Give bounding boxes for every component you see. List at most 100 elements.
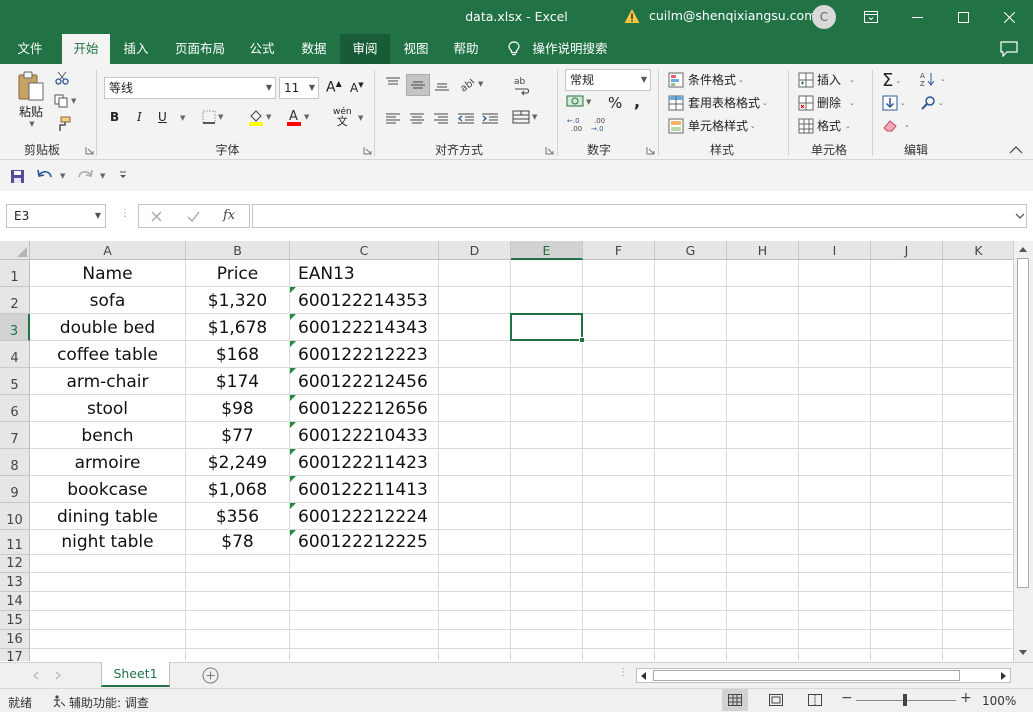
grid-cell[interactable] bbox=[439, 476, 511, 503]
column-header-e[interactable]: E bbox=[511, 241, 583, 260]
grid-cell[interactable] bbox=[727, 476, 799, 503]
grid-cell[interactable] bbox=[655, 476, 727, 503]
grid-cell[interactable] bbox=[439, 555, 511, 573]
row-header-3[interactable]: 3 bbox=[0, 314, 30, 341]
comments-icon[interactable] bbox=[1000, 41, 1018, 57]
fill-button[interactable]: ⌄ bbox=[882, 95, 906, 111]
column-header-g[interactable]: G bbox=[655, 241, 727, 260]
header-cell[interactable]: EAN13 bbox=[290, 260, 439, 287]
bold-button[interactable]: B bbox=[110, 110, 119, 124]
align-left-icon[interactable] bbox=[385, 112, 401, 126]
grid-cell[interactable] bbox=[511, 592, 583, 611]
grid-cell[interactable] bbox=[511, 530, 583, 555]
conditional-formatting-button[interactable]: 条件格式 ⌄ bbox=[668, 71, 744, 88]
insert-cells-button[interactable]: 插入 ⌄ bbox=[798, 71, 855, 88]
table-cell[interactable]: $1,320 bbox=[186, 287, 290, 314]
grid-cell[interactable] bbox=[727, 530, 799, 555]
increase-indent-icon[interactable] bbox=[481, 112, 499, 126]
grid-cell[interactable] bbox=[655, 449, 727, 476]
grid-cell[interactable] bbox=[727, 611, 799, 630]
scroll-left-icon[interactable] bbox=[641, 672, 647, 680]
table-cell[interactable]: $1,068 bbox=[186, 476, 290, 503]
autosum-button[interactable]: Σ ⌄ bbox=[882, 70, 901, 91]
row-header-14[interactable]: 14 bbox=[0, 592, 30, 611]
format-cells-button[interactable]: 格式 ⌄ bbox=[798, 117, 851, 134]
grid-cell[interactable] bbox=[439, 314, 511, 341]
column-header-c[interactable]: C bbox=[290, 241, 439, 260]
grid-cell[interactable] bbox=[511, 422, 583, 449]
table-cell[interactable]: 600122212224 bbox=[290, 503, 439, 530]
table-cell[interactable]: dining table bbox=[30, 503, 186, 530]
grid-cell[interactable] bbox=[799, 573, 871, 592]
grid-cell[interactable] bbox=[799, 649, 871, 661]
format-painter-icon[interactable] bbox=[55, 116, 71, 132]
grid-cell[interactable] bbox=[583, 592, 655, 611]
normal-view-button[interactable] bbox=[722, 689, 748, 711]
tab-view[interactable]: 视图 bbox=[394, 34, 438, 64]
grid-cell[interactable] bbox=[655, 395, 727, 422]
grid-cell[interactable] bbox=[727, 341, 799, 368]
grid-cell[interactable] bbox=[583, 503, 655, 530]
grid-cell[interactable] bbox=[871, 630, 943, 649]
active-cell[interactable] bbox=[510, 313, 585, 343]
grid-cell[interactable] bbox=[439, 395, 511, 422]
grid-cell[interactable] bbox=[655, 341, 727, 368]
table-cell[interactable]: 600122214343 bbox=[290, 314, 439, 341]
decrease-font-size-button[interactable]: A▼ bbox=[350, 81, 364, 95]
grid-cell[interactable] bbox=[439, 503, 511, 530]
decrease-indent-icon[interactable] bbox=[457, 112, 475, 126]
page-break-view-icon[interactable] bbox=[808, 694, 822, 706]
table-cell[interactable]: 600122210433 bbox=[290, 422, 439, 449]
grid-cell[interactable] bbox=[290, 630, 439, 649]
formula-input[interactable] bbox=[252, 204, 1027, 228]
column-header-k[interactable]: K bbox=[943, 241, 1013, 260]
dialog-launcher-icon[interactable] bbox=[646, 146, 655, 155]
grid-cell[interactable] bbox=[439, 573, 511, 592]
paste-button[interactable]: 粘贴 ▼ bbox=[12, 70, 50, 132]
borders-button[interactable]: ▼ bbox=[202, 110, 223, 124]
grid-cell[interactable] bbox=[871, 611, 943, 630]
grid-cell[interactable] bbox=[871, 573, 943, 592]
grid-cell[interactable] bbox=[439, 649, 511, 661]
grid-cell[interactable] bbox=[186, 630, 290, 649]
tell-me-search[interactable]: 操作说明搜索 bbox=[530, 34, 610, 64]
tab-formulas[interactable]: 公式 bbox=[240, 34, 284, 64]
grid-cell[interactable] bbox=[30, 555, 186, 573]
grid-cell[interactable] bbox=[30, 630, 186, 649]
scroll-right-icon[interactable] bbox=[1001, 672, 1007, 680]
grid-cell[interactable] bbox=[583, 314, 655, 341]
grid-cell[interactable] bbox=[799, 422, 871, 449]
grid-cell[interactable] bbox=[871, 649, 943, 661]
tab-review[interactable]: 审阅 bbox=[340, 34, 390, 64]
grid-cell[interactable] bbox=[511, 287, 583, 314]
table-cell[interactable]: double bed bbox=[30, 314, 186, 341]
scroll-up-icon[interactable] bbox=[1018, 245, 1028, 253]
number-as-text-indicator[interactable] bbox=[290, 314, 296, 320]
tab-help[interactable]: 帮助 bbox=[444, 34, 488, 64]
grid-cell[interactable] bbox=[943, 592, 1013, 611]
grid-cell[interactable] bbox=[871, 287, 943, 314]
tab-file[interactable]: 文件 bbox=[8, 34, 52, 64]
row-header-7[interactable]: 7 bbox=[0, 422, 30, 449]
grid-cell[interactable] bbox=[871, 368, 943, 395]
grid-cell[interactable] bbox=[871, 341, 943, 368]
grid-cell[interactable] bbox=[655, 649, 727, 661]
row-header-9[interactable]: 9 bbox=[0, 476, 30, 503]
grid-cell[interactable] bbox=[727, 260, 799, 287]
grid-cell[interactable] bbox=[186, 555, 290, 573]
grid-cell[interactable] bbox=[439, 530, 511, 555]
orientation-button[interactable]: ab ▼ bbox=[458, 76, 484, 92]
grid-cell[interactable] bbox=[30, 611, 186, 630]
grid-cell[interactable] bbox=[439, 611, 511, 630]
number-as-text-indicator[interactable] bbox=[290, 530, 296, 536]
table-cell[interactable]: 600122212656 bbox=[290, 395, 439, 422]
table-cell[interactable]: sofa bbox=[30, 287, 186, 314]
phonetic-guide-button[interactable]: wén 文 bbox=[333, 108, 352, 128]
minimize-button[interactable] bbox=[894, 0, 940, 34]
grid-cell[interactable] bbox=[511, 630, 583, 649]
worksheet-grid[interactable]: ABCDEFGHIJK 1 2 3 4 5 6 7 8 9 10 11 12 13 14 15 16 17 Na… bbox=[0, 241, 1013, 661]
increase-decimal-icon[interactable]: ←.0.00 bbox=[567, 116, 587, 132]
grid-cell[interactable] bbox=[583, 395, 655, 422]
grid-cell[interactable] bbox=[799, 630, 871, 649]
row-header-10[interactable]: 10 bbox=[0, 503, 30, 530]
